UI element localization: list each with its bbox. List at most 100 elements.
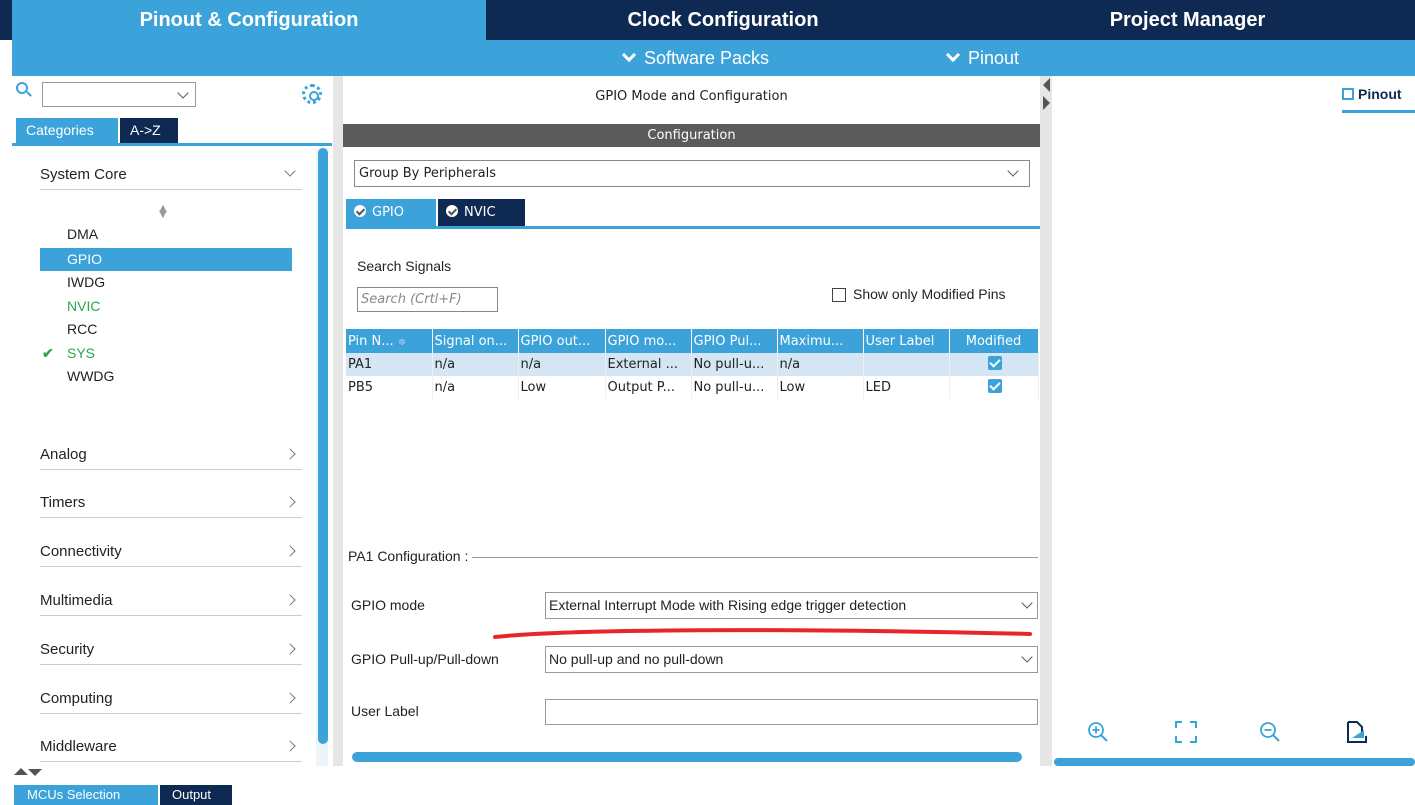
group-timers[interactable]: Timers [40,488,302,518]
group-system-core[interactable]: System Core [40,160,302,190]
core-item-label: SYS [67,345,96,361]
tab-label: NVIC [464,205,496,220]
chevron-right-icon [284,740,296,752]
pinout-menu[interactable]: Pinout [945,40,1019,76]
scrollbar-thumb[interactable] [318,148,328,744]
table-cell: n/a [518,353,606,376]
core-item-sys[interactable]: ✔ SYS [40,342,292,365]
gpio-pull-select[interactable]: No pull-up and no pull-down [545,646,1038,673]
group-analog[interactable]: Analog [40,440,302,470]
tab-pinout-view[interactable]: Pinout [1342,86,1415,112]
tab-mcus-selection[interactable]: MCUs Selection [14,785,158,805]
column-header[interactable]: Maximu... [777,329,864,353]
tab-clock-configuration[interactable]: Clock Configuration [488,0,958,40]
group-connectivity[interactable]: Connectivity [40,537,302,567]
table-row[interactable]: PB5 n/a Low Output P... No pull-u... Low… [346,376,1039,399]
panel-divider[interactable] [1040,76,1052,766]
gpio-mode-select[interactable]: External Interrupt Mode with Rising edge… [545,592,1038,619]
tab-a-to-z[interactable]: A->Z [120,118,178,143]
panel-divider[interactable] [333,76,343,766]
group-security[interactable]: Security [40,635,302,665]
table-row[interactable]: PA1 n/a n/a External ... No pull-u... n/… [346,353,1039,376]
tab-label: Pinout [1358,86,1402,102]
modified-checkbox[interactable] [987,378,1002,393]
modified-checkbox[interactable] [987,355,1002,370]
show-modified-checkbox[interactable] [832,288,846,302]
tab-gpio[interactable]: GPIO [346,199,436,226]
table-cell: PA1 [346,353,433,376]
core-item-iwdg[interactable]: IWDG [40,271,292,294]
core-item-gpio[interactable]: GPIO [40,248,292,271]
horizontal-scrollbar[interactable] [352,752,1022,762]
column-header[interactable]: Signal on... [432,329,519,353]
search-icon[interactable] [16,82,32,100]
user-label-label: User Label [351,703,419,719]
check-icon: ✔ [42,345,54,361]
table-cell [863,353,950,376]
tab-output[interactable]: Output [160,785,232,805]
core-item-rcc[interactable]: RCC [40,318,292,341]
search-signals-label: Search Signals [357,258,452,274]
signal-search-input[interactable]: Search (Crtl+F) [357,287,498,312]
group-label: Security [40,641,95,658]
zoom-in-icon[interactable] [1086,720,1110,744]
chevron-down-icon[interactable] [177,87,189,99]
tab-pinout-configuration[interactable]: Pinout & Configuration [12,0,486,40]
table-cell: No pull-u... [691,353,778,376]
table-cell: LED [863,376,950,399]
software-packs-menu[interactable]: Software Packs [621,40,769,76]
chevron-right-icon [284,594,296,606]
configuration-body [343,147,1040,766]
core-item-wwdg[interactable]: WWDG [40,365,292,388]
tab-project-manager[interactable]: Project Manager [960,0,1415,40]
core-item-nvic[interactable]: NVIC [40,295,292,318]
table-cell: n/a [777,353,864,376]
tab-nvic[interactable]: NVIC [438,199,525,226]
group-computing[interactable]: Computing [40,684,302,714]
fit-to-window-icon[interactable] [1174,720,1198,744]
category-search-combo[interactable] [42,82,196,107]
pinout-view-panel [1052,76,1415,766]
chevron-down-icon [1021,651,1033,663]
column-header[interactable]: Pin N... ≑ [346,329,433,353]
table-cell [949,376,1039,399]
table-cell: n/a [432,376,519,399]
column-header[interactable]: GPIO out... [518,329,606,353]
column-header[interactable]: User Label [863,329,950,353]
configuration-header: Configuration [343,124,1040,147]
export-icon[interactable] [1344,720,1368,744]
table-cell: Output P... [605,376,692,399]
chevron-right-icon [284,643,296,655]
sort-icon[interactable]: ▲ ▼ [158,204,168,220]
group-middleware[interactable]: Middleware [40,732,302,762]
column-header[interactable]: GPIO Pul... [691,329,778,353]
group-by-select[interactable]: Group By Peripherals [354,160,1030,187]
check-circle-icon [446,205,458,217]
chevron-down-icon [1007,165,1019,177]
expand-collapse-icon[interactable] [14,768,42,778]
tab-underline [12,143,332,146]
tab-underline [346,226,1040,229]
group-label: Computing [40,690,113,707]
show-modified-label: Show only Modified Pins [853,286,1006,302]
sort-icon: ≑ [397,336,407,348]
tab-categories[interactable]: Categories [16,118,118,143]
horizontal-scrollbar[interactable] [1054,758,1415,766]
group-label: Middleware [40,738,117,755]
group-label: Analog [40,446,87,463]
gear-icon[interactable] [302,84,322,104]
user-label-input[interactable] [545,699,1038,725]
zoom-out-icon[interactable] [1258,720,1282,744]
core-item-dma[interactable]: DMA [40,223,292,246]
chip-icon [1342,88,1354,100]
table-cell: No pull-u... [691,376,778,399]
pin-table: Pin N... ≑ Signal on... GPIO out... GPIO… [346,329,1039,399]
column-header[interactable]: Modified [949,329,1039,353]
gpio-pull-value: No pull-up and no pull-down [549,651,724,667]
gpio-pull-label: GPIO Pull-up/Pull-down [351,651,499,667]
group-multimedia[interactable]: Multimedia [40,586,302,616]
red-underline-annotation [493,628,1032,639]
gpio-mode-label: GPIO mode [351,597,425,613]
collapse-toggle-icon[interactable] [1043,78,1051,118]
column-header[interactable]: GPIO mo... [605,329,692,353]
